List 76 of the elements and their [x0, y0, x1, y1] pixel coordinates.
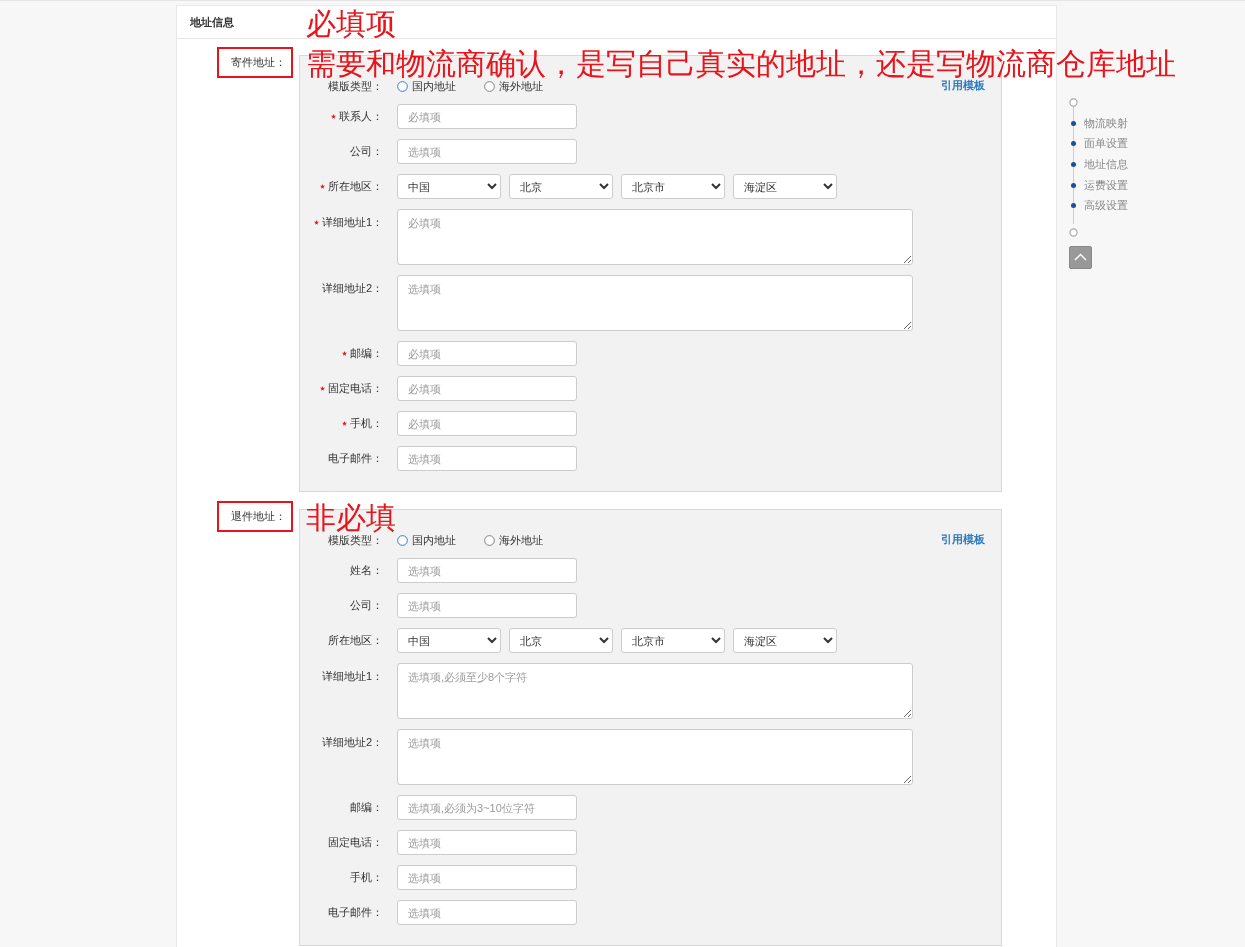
nav-link[interactable]: 面单设置: [1084, 136, 1128, 152]
section-label: 退件地址：: [217, 501, 293, 532]
field-label: 详细地址1：: [321, 669, 383, 684]
nav-link[interactable]: 高级设置: [1084, 198, 1128, 214]
text-area[interactable]: 必填项: [397, 209, 913, 265]
radio-option[interactable]: 海外地址: [484, 78, 543, 94]
annotation-text: 需要和物流商确认，是写自己真实的地址，还是写物流商仓库地址: [306, 47, 1176, 80]
text-field[interactable]: 选填项: [397, 593, 577, 618]
caret-icon: [1074, 253, 1087, 262]
nav-link[interactable]: 地址信息: [1084, 157, 1128, 172]
dropdown[interactable]: 北京: [509, 628, 613, 653]
field-label: 邮编：: [350, 346, 383, 361]
required-icon: [342, 351, 347, 356]
text-field[interactable]: 选填项: [397, 558, 577, 583]
text-field[interactable]: 选填项: [397, 446, 577, 471]
nav-link[interactable]: 运费设置: [1084, 177, 1128, 193]
radio-option[interactable]: 国内地址: [397, 78, 456, 94]
text-field[interactable]: 必填项: [397, 411, 577, 436]
text-field[interactable]: 必填项: [397, 376, 577, 401]
field-label: 姓名：: [350, 563, 383, 578]
text-field[interactable]: 必填项: [397, 341, 577, 366]
text-field[interactable]: 选填项: [397, 900, 577, 925]
required-icon: [313, 220, 319, 225]
field-label: 邮编：: [350, 800, 383, 815]
text-field[interactable]: 选填项: [397, 830, 577, 855]
text-area[interactable]: 选填项: [397, 729, 913, 785]
field-label: 手机：: [350, 870, 383, 885]
circle-icon: [1069, 227, 1078, 237]
text-area[interactable]: 选填项,必须至少8个字符: [397, 663, 913, 719]
annotation-text: 必填项: [306, 7, 397, 41]
section-label: 寄件地址：: [217, 47, 293, 78]
radio-option[interactable]: 国内地址: [397, 532, 456, 548]
field-label: 电子邮件：: [328, 451, 383, 466]
dropdown[interactable]: 北京市: [621, 628, 725, 653]
text-field[interactable]: 选填项: [397, 139, 577, 164]
field-label: 详细地址2：: [321, 735, 383, 750]
dropdown[interactable]: 中国: [397, 174, 501, 199]
field-label: 模版类型：: [328, 78, 383, 94]
field-label: 固定电话：: [328, 381, 383, 396]
dropdown[interactable]: 中国: [397, 628, 501, 653]
text-area[interactable]: 选填项: [397, 275, 913, 331]
dot-icon: [1071, 203, 1076, 209]
field-label: 所在地区：: [328, 633, 383, 648]
field-label: 模版类型：: [328, 533, 383, 548]
annotation-text: 非必填: [306, 501, 396, 535]
required-icon: [342, 421, 347, 426]
field-label: 固定电话：: [328, 835, 383, 850]
required-icon: [320, 386, 325, 391]
dot-icon: [1071, 120, 1076, 126]
field-label: 公司：: [350, 144, 383, 159]
field-label: 详细地址1：: [321, 215, 383, 230]
back-to-top-button[interactable]: [1069, 245, 1092, 269]
dropdown[interactable]: 北京市: [621, 174, 725, 199]
field-label: 公司：: [350, 598, 383, 613]
dot-icon: [1071, 162, 1076, 167]
text-field[interactable]: 选填项,必须为3~10位字符: [397, 795, 577, 820]
field-label: 所在地区：: [328, 179, 383, 194]
field-label: 详细地址2：: [321, 281, 383, 296]
circle-icon: [1069, 98, 1078, 107]
field-label: 联系人：: [339, 109, 383, 124]
required-icon: [320, 184, 325, 189]
radio-option[interactable]: 海外地址: [484, 532, 543, 548]
card-title: 地址信息: [190, 14, 234, 30]
text-field[interactable]: 必填项: [397, 104, 577, 129]
dot-icon: [1071, 182, 1076, 188]
dot-icon: [1071, 141, 1076, 147]
field-label: 手机：: [350, 416, 383, 431]
template-link[interactable]: 引用模板: [941, 532, 985, 547]
dropdown[interactable]: 海淀区: [733, 628, 837, 653]
nav-link[interactable]: 物流映射: [1084, 115, 1128, 131]
template-link[interactable]: 引用模板: [941, 78, 985, 93]
dropdown[interactable]: 海淀区: [733, 174, 837, 199]
text-field[interactable]: 选填项: [397, 865, 577, 890]
required-icon: [331, 114, 336, 119]
dropdown[interactable]: 北京: [509, 174, 613, 199]
field-label: 电子邮件：: [328, 905, 383, 920]
